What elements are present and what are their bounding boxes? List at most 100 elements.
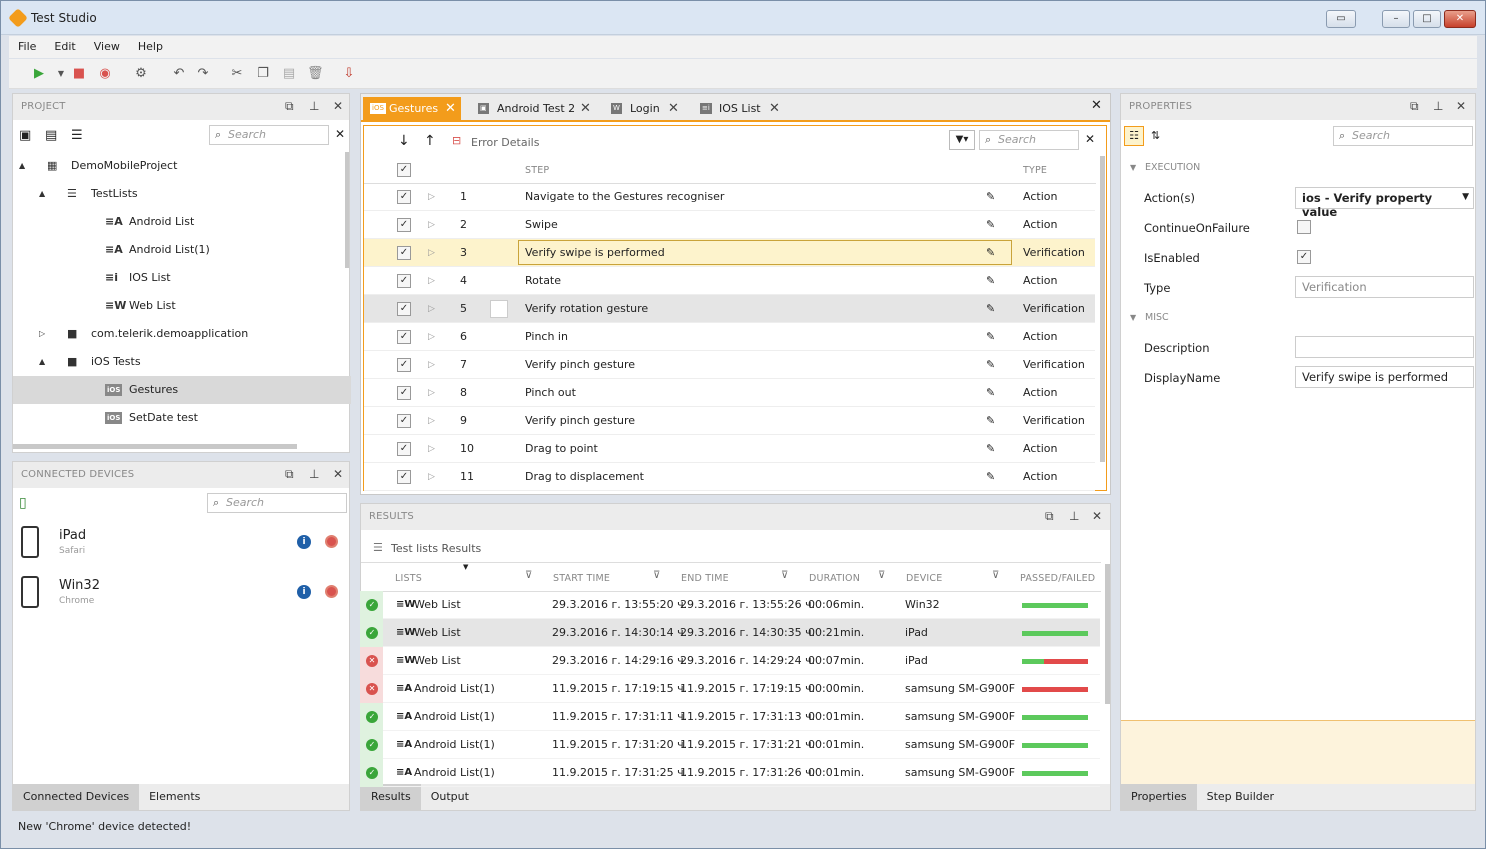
expand-arrow-icon[interactable]: ▷ (428, 379, 435, 407)
minimize-button[interactable]: – (1382, 10, 1410, 28)
select-all-checkbox[interactable]: ✓ (397, 163, 411, 177)
tab-login[interactable]: W Login ✕ (604, 97, 684, 121)
step-row[interactable]: ✓ ▷ 8 Pinch out ✎ Action (364, 379, 1095, 407)
cut-icon[interactable]: ✂ (229, 66, 245, 82)
edit-pencil-icon[interactable]: ✎ (986, 211, 995, 239)
result-row[interactable]: ✓ ≡A Android List(1) 11.9.2015 г. 17:31:25 … (360, 759, 1100, 787)
step-row[interactable]: ✓ ▷ 9 Verify pinch gesture ✎ Verification (364, 407, 1095, 435)
float-icon[interactable]: ⧉ (1045, 509, 1054, 524)
step-row[interactable]: ✓ ▷ 10 Drag to point ✎ Action (364, 435, 1095, 463)
result-row[interactable]: ✓ ≡A Android List(1) 11.9.2015 г. 17:31:20 … (360, 731, 1100, 759)
add-list-icon[interactable]: ☰ (71, 128, 83, 143)
menu-view[interactable]: View (85, 36, 129, 57)
tree-item[interactable]: ≡i IOS List (13, 264, 351, 292)
step-checkbox[interactable]: ✓ (397, 274, 411, 288)
close-icon[interactable]: ✕ (1456, 99, 1466, 113)
collapse-icon[interactable]: ▼ (1130, 313, 1136, 322)
tab-elements[interactable]: Elements (139, 784, 210, 810)
redo-icon[interactable]: ↷ (195, 66, 211, 82)
expand-arrow-icon[interactable]: ▷ (428, 463, 435, 491)
tree-item[interactable]: iOS SetDate test (13, 404, 351, 432)
edit-pencil-icon[interactable]: ✎ (986, 435, 995, 463)
devices-search-input[interactable]: ⌕ Search (207, 493, 347, 513)
add-device-icon[interactable]: ▯ (19, 495, 27, 511)
float-icon[interactable]: ⧉ (285, 467, 294, 482)
close-tab-icon[interactable]: ✕ (580, 97, 591, 121)
result-row[interactable]: ✓ ≡W Web List 29.3.2016 г. 14:30:14 ч. 29.3.… (360, 619, 1100, 647)
menu-edit[interactable]: Edit (45, 36, 84, 57)
record-icon[interactable] (325, 585, 338, 598)
device-item[interactable]: iPad Safari i (13, 520, 349, 570)
step-checkbox[interactable]: ✓ (397, 358, 411, 372)
expand-arrow-icon[interactable]: ▲ (39, 348, 45, 376)
step-row[interactable]: ✓ ▷ 5 Verify rotation gesture ✎ Verification (364, 295, 1095, 323)
close-tab-icon[interactable]: ✕ (445, 97, 456, 121)
edit-pencil-icon[interactable]: ✎ (986, 295, 995, 323)
expand-arrow-icon[interactable]: ▷ (428, 183, 435, 211)
step-row[interactable]: ✓ ▷ 2 Swipe ✎ Action (364, 211, 1095, 239)
step-checkbox[interactable]: ✓ (397, 386, 411, 400)
close-tab-icon[interactable]: ✕ (668, 97, 679, 121)
description-field[interactable] (1295, 336, 1474, 358)
expand-arrow-icon[interactable]: ▲ (39, 180, 45, 208)
pin-icon[interactable]: ⊥ (309, 99, 320, 113)
expand-arrow-icon[interactable]: ▷ (428, 435, 435, 463)
steps-scrollbar[interactable] (1100, 156, 1105, 462)
run-icon[interactable]: ▶ (31, 66, 47, 82)
pin-icon[interactable]: ⊥ (1433, 99, 1444, 113)
categorized-view-icon[interactable]: ☷ (1124, 126, 1144, 146)
copy-icon[interactable]: ❐ (255, 66, 271, 82)
properties-search-input[interactable]: ⌕ Search (1333, 126, 1473, 146)
alphabetical-sort-icon[interactable]: ⇅ (1151, 129, 1160, 142)
close-icon[interactable]: ✕ (333, 467, 343, 481)
tree-item[interactable]: ▲ ▦ DemoMobileProject (13, 152, 351, 180)
close-icon[interactable]: ✕ (333, 99, 343, 113)
expand-arrow-icon[interactable]: ▷ (428, 211, 435, 239)
tab-gestures[interactable]: iOS Gestures ✕ (363, 97, 461, 121)
edit-pencil-icon[interactable]: ✎ (986, 379, 995, 407)
collapse-icon[interactable]: ▼ (1130, 163, 1136, 172)
type-field[interactable]: Verification (1295, 276, 1474, 298)
device-item[interactable]: Win32 Chrome i (13, 570, 349, 620)
move-down-icon[interactable]: ↓ (398, 133, 410, 149)
record-icon[interactable] (325, 535, 338, 548)
result-row[interactable]: ✓ ≡A Android List(1) 11.9.2015 г. 17:31:11 … (360, 703, 1100, 731)
tree-item[interactable]: ▲ ☰ TestLists (13, 180, 351, 208)
info-icon[interactable]: i (297, 585, 311, 599)
step-handle[interactable] (490, 300, 508, 318)
tab-step-builder[interactable]: Step Builder (1197, 784, 1284, 810)
result-row[interactable]: ✓ ≡W Web List 29.3.2016 г. 13:55:20 ч. 29.3.… (360, 591, 1100, 619)
run-dropdown-icon[interactable]: ▼ (53, 66, 69, 82)
tree-scrollbar[interactable] (345, 152, 349, 268)
close-editor-icon[interactable]: ✕ (1091, 98, 1102, 113)
expand-arrow-icon[interactable]: ▲ (19, 152, 25, 180)
step-row[interactable]: ✓ ▷ 11 Drag to displacement ✎ Action (364, 463, 1095, 491)
edit-pencil-icon[interactable]: ✎ (986, 351, 995, 379)
step-checkbox[interactable]: ✓ (397, 330, 411, 344)
tree-hscrollbar[interactable] (13, 444, 297, 449)
tab-results[interactable]: Results (361, 784, 421, 810)
project-search-input[interactable]: ⌕ Search (209, 125, 329, 145)
tree-item[interactable]: ≡A Android List (13, 208, 351, 236)
menu-file[interactable]: File (9, 36, 45, 57)
tree-item[interactable]: ▲ ■ iOS Tests (13, 348, 351, 376)
filter-icon[interactable]: ⊽ (878, 570, 885, 581)
filter-icon[interactable]: ⊽ (992, 570, 999, 581)
pin-icon[interactable]: ⊥ (1069, 509, 1080, 523)
clear-search-icon[interactable]: ✕ (335, 127, 345, 141)
expand-arrow-icon[interactable]: ▷ (428, 407, 435, 435)
expand-arrow-icon[interactable]: ▷ (428, 267, 435, 295)
step-checkbox[interactable]: ✓ (397, 470, 411, 484)
edit-pencil-icon[interactable]: ✎ (986, 323, 995, 351)
float-icon[interactable]: ⧉ (1410, 99, 1419, 114)
undo-icon[interactable]: ↶ (171, 66, 187, 82)
expand-arrow-icon[interactable]: ▷ (428, 239, 435, 267)
displayname-field[interactable]: Verify swipe is performed (1295, 366, 1474, 388)
pin-icon[interactable]: ⊥ (309, 467, 320, 481)
clear-search-icon[interactable]: ✕ (1085, 132, 1095, 146)
step-checkbox[interactable]: ✓ (397, 190, 411, 204)
tree-item[interactable]: iOS Gestures (13, 376, 351, 404)
restore-layout-button[interactable]: ▭ (1326, 10, 1356, 28)
step-row[interactable]: ✓ ▷ 4 Rotate ✎ Action (364, 267, 1095, 295)
filter-icon[interactable]: ▼▾ (949, 130, 975, 150)
